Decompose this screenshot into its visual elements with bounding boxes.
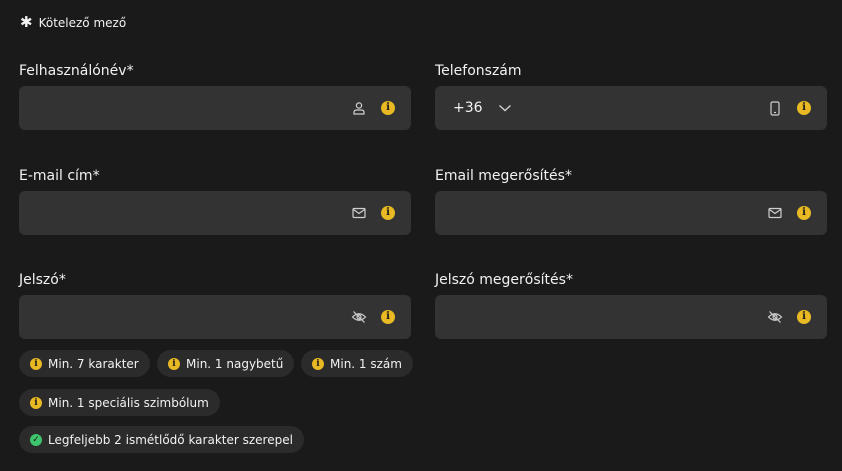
country-code-value: +36 — [453, 100, 483, 116]
required-field-note: ✱ Kötelező mező — [20, 15, 126, 30]
country-code-select[interactable]: +36 — [435, 100, 513, 116]
email-confirm-field-group: Email megerősítés* i — [435, 166, 827, 235]
required-note-text: Kötelező mező — [38, 15, 127, 30]
info-icon: i — [30, 357, 42, 370]
info-icon[interactable]: i — [381, 206, 395, 220]
requirement-chip: ✓ Legfeljebb 2 ismétlődő karakter szerep… — [19, 426, 304, 453]
email-input-box[interactable]: i — [19, 191, 411, 235]
chevron-down-icon — [497, 100, 513, 116]
info-icon: i — [30, 396, 42, 409]
phone-label: Telefonszám — [435, 63, 522, 79]
requirement-text: Legfeljebb 2 ismétlődő karakter szerepel — [48, 432, 293, 447]
info-icon: i — [168, 357, 180, 370]
password-confirm-input-box[interactable]: i — [435, 295, 827, 339]
info-icon[interactable]: i — [797, 101, 811, 115]
requirement-chip: i Min. 7 karakter — [19, 350, 150, 377]
info-icon[interactable]: i — [797, 310, 811, 324]
username-field-group: Felhasználónév* i — [19, 61, 411, 130]
phone-field-group: Telefonszám +36 i — [435, 61, 827, 130]
requirement-chip: i Min. 1 speciális szimbólum — [19, 389, 220, 416]
username-input[interactable] — [19, 86, 351, 130]
requirement-text: Min. 1 nagybetű — [186, 356, 284, 371]
info-icon: i — [312, 357, 324, 370]
password-confirm-label: Jelszó megerősítés* — [435, 272, 573, 288]
password-input[interactable] — [19, 295, 351, 339]
check-circle-icon: ✓ — [30, 433, 42, 446]
email-confirm-label: Email megerősítés* — [435, 168, 572, 184]
info-icon[interactable]: i — [797, 206, 811, 220]
requirement-text: Min. 1 speciális szimbólum — [48, 395, 209, 410]
email-field-group: E-mail cím* i — [19, 166, 411, 235]
user-icon — [351, 100, 367, 116]
email-input[interactable] — [19, 191, 351, 235]
email-confirm-input-box[interactable]: i — [435, 191, 827, 235]
username-label: Felhasználónév* — [19, 63, 134, 79]
info-icon[interactable]: i — [381, 101, 395, 115]
email-label: E-mail cím* — [19, 168, 100, 184]
password-input-box[interactable]: i — [19, 295, 411, 339]
requirement-chip: i Min. 1 nagybetű — [157, 350, 295, 377]
eye-slash-icon[interactable] — [351, 309, 367, 325]
password-confirm-field-group: Jelszó megerősítés* i — [435, 270, 827, 339]
requirement-text: Min. 1 szám — [330, 356, 402, 371]
username-input-box[interactable]: i — [19, 86, 411, 130]
asterisk-icon: ✱ — [20, 13, 33, 31]
registration-form: ✱ Kötelező mező Felhasználónév* i Telefo… — [0, 0, 842, 471]
email-confirm-input[interactable] — [435, 191, 767, 235]
requirement-text: Min. 7 karakter — [48, 356, 139, 371]
envelope-icon — [767, 205, 783, 221]
phone-input[interactable] — [512, 86, 767, 130]
password-confirm-input[interactable] — [435, 295, 767, 339]
password-field-group: Jelszó* i — [19, 270, 411, 339]
info-icon[interactable]: i — [381, 310, 395, 324]
eye-slash-icon[interactable] — [767, 309, 783, 325]
requirement-chip: i Min. 1 szám — [301, 350, 413, 377]
envelope-icon — [351, 205, 367, 221]
phone-input-box[interactable]: +36 i — [435, 86, 827, 130]
password-label: Jelszó* — [19, 272, 66, 288]
mobile-phone-icon — [767, 100, 783, 116]
